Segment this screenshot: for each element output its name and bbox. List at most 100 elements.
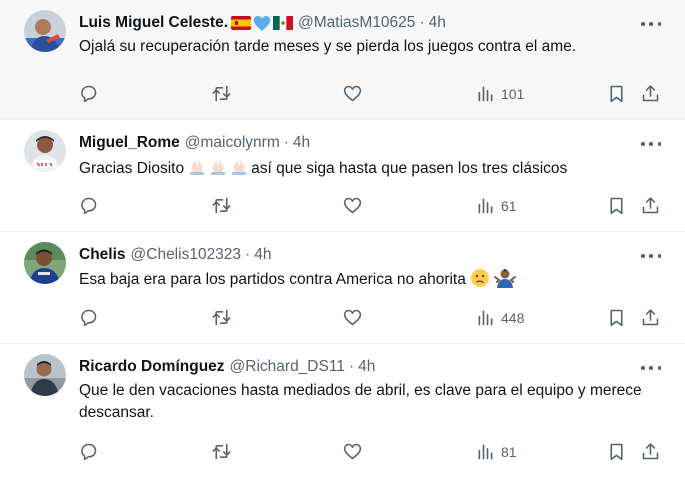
blue-heart-icon [253,15,271,31]
share-icon [642,309,659,326]
avatar[interactable] [24,10,66,52]
tweet-actions: 101 [0,83,685,107]
share-button[interactable] [640,307,661,328]
tweet-text-start: Gracias Diosito [79,160,185,177]
tweet-header: Miguel_Rome @maicolynrm · 4h [79,132,310,154]
views-count: 448 [501,309,525,326]
share-icon [642,85,659,102]
more-icon[interactable] [641,18,661,30]
views-count: 81 [501,443,517,460]
tweet-header: Ricardo Domínguez @Richard_DS11 · 4h [79,356,375,378]
display-name[interactable]: Miguel_Rome [79,134,180,152]
reply-icon [81,309,97,327]
tweet-text: Esa baja era para los partidos contra Am… [79,268,659,291]
more-icon[interactable] [641,138,661,150]
more-icon[interactable] [641,362,661,374]
reply-button[interactable] [78,83,99,104]
avatar[interactable] [24,242,66,284]
bookmark-button[interactable] [606,195,627,216]
display-name[interactable]: Luis Miguel Celeste. [79,14,228,32]
separator-dot: · [283,134,289,151]
retweet-button[interactable] [211,441,232,462]
reply-icon [81,85,97,103]
like-button[interactable] [342,83,363,104]
user-handle[interactable]: @maicolynrm [185,134,280,152]
views-button[interactable]: 448 [475,307,524,328]
bookmark-icon [610,197,623,215]
avatar[interactable] [24,354,66,396]
retweet-button[interactable] [211,83,232,104]
retweet-icon [212,85,231,102]
like-button[interactable] [342,307,363,328]
bookmark-button[interactable] [606,83,627,104]
bookmark-button[interactable] [606,307,627,328]
retweet-button[interactable] [211,195,232,216]
display-name[interactable]: Chelis [79,246,126,264]
share-icon [642,197,659,214]
tweet[interactable]: Chelis @Chelis102323 · 4h Esa baja era p… [0,232,685,344]
user-handle[interactable]: @MatiasM10625 [298,14,415,32]
views-icon [478,198,493,214]
separator-dot: · [348,358,355,375]
bookmark-icon [610,309,623,327]
like-icon [343,197,362,214]
confused-face-icon [471,269,490,287]
views-icon [478,86,493,102]
reply-feed: Luis Miguel Celeste. @MatiasM10625 · 4h … [0,0,685,484]
timestamp[interactable]: 4h [358,358,375,376]
views-icon [478,310,493,326]
retweet-icon [212,197,231,214]
name-emojis [231,15,294,32]
tweet-actions: 81 [0,441,685,465]
tweet-text: Ojalá su recuperación tarde meses y se p… [79,38,577,55]
user-handle[interactable]: @Richard_DS11 [230,358,345,376]
tweet-text-end: así que siga hasta que pasen los tres cl… [251,160,568,177]
mexico-flag-icon [273,16,294,30]
avatar[interactable] [24,130,66,172]
views-icon [478,444,493,460]
bookmark-button[interactable] [606,441,627,462]
tweet-text-body: Esa baja era para los partidos contra Am… [79,271,466,288]
share-button[interactable] [640,441,661,462]
display-name[interactable]: Ricardo Domínguez [79,358,225,376]
tweet-text: Que le den vacaciones hasta mediados de … [79,382,642,421]
separator-dot: · [245,246,251,263]
person-shrugging-icon [494,269,517,288]
timestamp[interactable]: 4h [254,246,271,264]
retweet-icon [212,443,231,460]
views-count: 101 [501,85,525,102]
tweet-header: Chelis @Chelis102323 · 4h [79,244,271,266]
reply-icon [81,197,97,215]
tweet[interactable]: Ricardo Domínguez @Richard_DS11 · 4h Que… [0,344,685,484]
reply-button[interactable] [78,195,99,216]
share-button[interactable] [640,83,661,104]
views-count: 61 [501,197,517,214]
more-icon[interactable] [641,250,661,262]
reply-button[interactable] [78,441,99,462]
like-button[interactable] [342,195,363,216]
timestamp[interactable]: 4h [429,14,446,32]
like-icon [343,309,362,326]
views-button[interactable]: 81 [475,441,517,462]
timestamp[interactable]: 4h [293,134,310,152]
bookmark-icon [610,443,623,461]
like-icon [343,443,362,460]
bookmark-icon [610,85,623,103]
reply-button[interactable] [78,307,99,328]
share-button[interactable] [640,195,661,216]
tweet-header: Luis Miguel Celeste. @MatiasM10625 · 4h [79,12,446,34]
like-icon [343,85,362,102]
spain-flag-icon [231,16,252,30]
retweet-button[interactable] [211,307,232,328]
views-button[interactable]: 61 [475,195,517,216]
tweet-actions: 61 [0,195,685,219]
like-button[interactable] [342,441,363,462]
tweet[interactable]: Miguel_Rome @maicolynrm · 4h Gracias Dio… [0,120,685,232]
praying-hands-emojis [187,156,249,176]
praying-hands-icon [190,160,205,175]
tweet-actions: 448 [0,307,685,331]
tweet[interactable]: Luis Miguel Celeste. @MatiasM10625 · 4h … [0,0,685,120]
views-button[interactable]: 101 [475,83,524,104]
separator-dot: · [419,14,425,31]
user-handle[interactable]: @Chelis102323 [131,246,242,264]
